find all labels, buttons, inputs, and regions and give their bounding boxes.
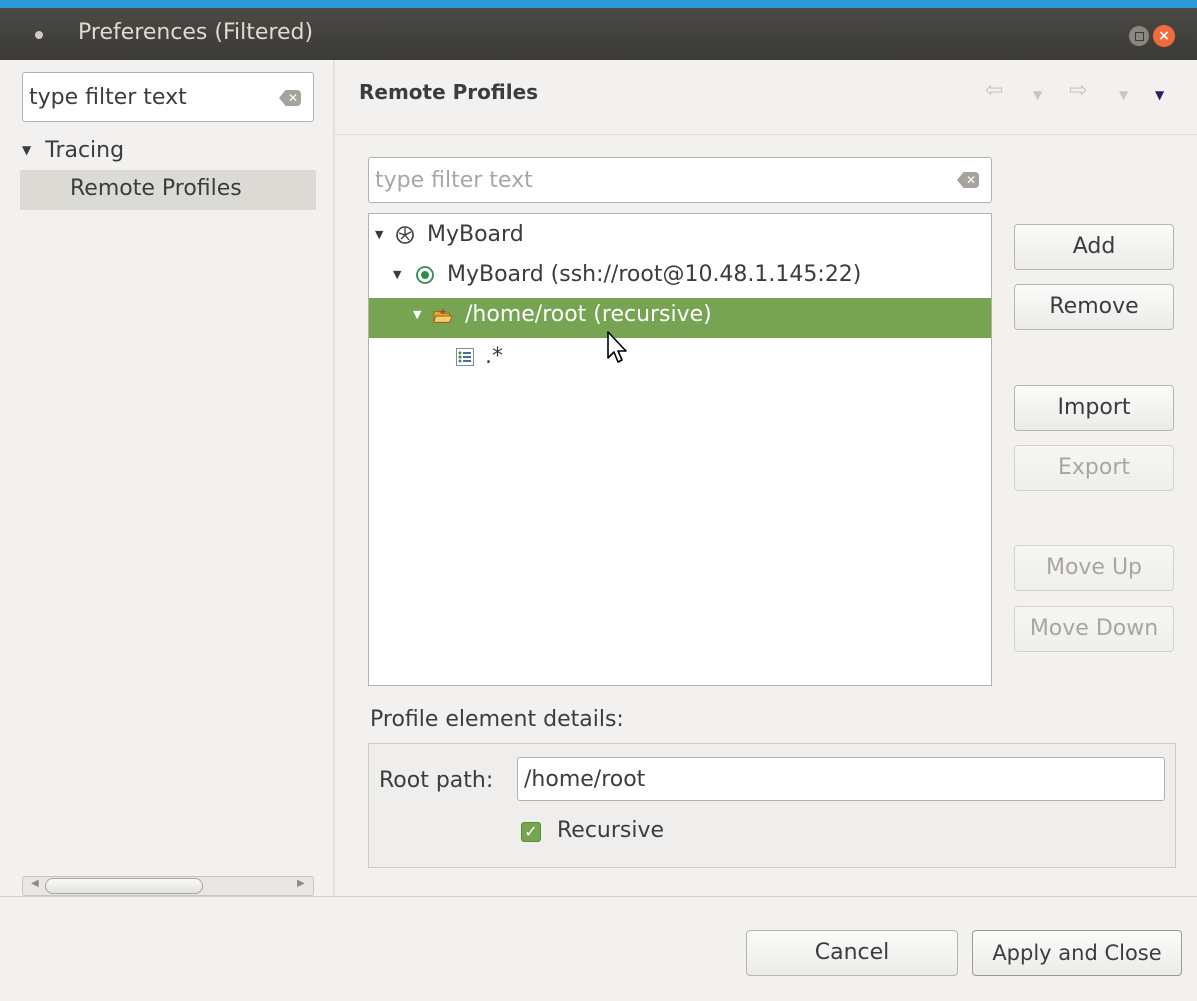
- profile-tree[interactable]: ▼ MyBoard ▼ MyBoard (ssh://root@10.48.1.…: [368, 213, 992, 686]
- root-path-input[interactable]: [524, 764, 1144, 794]
- back-arrow-icon[interactable]: ⇦: [985, 78, 1003, 103]
- back-history-dropdown-icon[interactable]: ▼: [1033, 88, 1042, 102]
- scroll-left-icon[interactable]: ◀: [31, 878, 39, 889]
- page-title: Remote Profiles: [359, 80, 539, 104]
- details-group: Root path: ✓ Recursive: [368, 743, 1176, 868]
- expand-triangle-icon[interactable]: ▼: [413, 308, 421, 321]
- sidebar-item-tracing[interactable]: ▼ Tracing: [22, 138, 124, 163]
- scroll-right-icon[interactable]: ▶: [297, 878, 305, 889]
- recursive-label[interactable]: Recursive: [557, 818, 664, 843]
- tree-node-label: /home/root (recursive): [465, 302, 712, 327]
- view-menu-icon[interactable]: ▼: [1155, 88, 1164, 102]
- tree-node-profile[interactable]: ▼ MyBoard: [369, 218, 991, 256]
- tree-node-label: .*: [485, 344, 503, 369]
- details-heading: Profile element details:: [370, 707, 624, 732]
- connection-icon: [416, 266, 434, 284]
- close-button[interactable]: ×: [1153, 25, 1175, 47]
- cancel-button[interactable]: Cancel: [746, 930, 958, 976]
- folder-icon: [433, 308, 453, 323]
- window-title: Preferences (Filtered): [78, 20, 314, 45]
- import-button[interactable]: Import: [1014, 385, 1174, 431]
- move-down-button[interactable]: Move Down: [1014, 606, 1174, 652]
- scrollbar-thumb[interactable]: [45, 878, 203, 894]
- window-menu-dot-icon[interactable]: [35, 31, 43, 39]
- profile-filter-input[interactable]: [375, 164, 935, 196]
- sidebar-item-label: Tracing: [45, 138, 125, 163]
- sidebar-item-label: Remote Profiles: [70, 176, 242, 201]
- tree-node-connection[interactable]: ▼ MyBoard (ssh://root@10.48.1.145:22): [369, 258, 991, 296]
- add-button[interactable]: Add: [1014, 224, 1174, 270]
- page-header: Remote Profiles ⇦ ▼ ⇨ ▼ ▼: [335, 60, 1197, 135]
- forward-arrow-icon[interactable]: ⇨: [1069, 78, 1087, 103]
- expand-triangle-icon[interactable]: ▼: [375, 228, 383, 241]
- remove-button[interactable]: Remove: [1014, 284, 1174, 330]
- tree-node-label: MyBoard (ssh://root@10.48.1.145:22): [447, 262, 862, 287]
- sidebar-item-remote-profiles[interactable]: Remote Profiles: [20, 170, 316, 210]
- forward-history-dropdown-icon[interactable]: ▼: [1119, 88, 1128, 102]
- pane-divider[interactable]: [333, 60, 335, 896]
- sidebar-filter-field[interactable]: ✕: [22, 72, 314, 122]
- tree-node-label: MyBoard: [427, 222, 524, 247]
- root-path-label: Root path:: [379, 768, 494, 793]
- export-button[interactable]: Export: [1014, 445, 1174, 491]
- clear-filter-icon[interactable]: ✕: [957, 172, 979, 188]
- profile-filter-field[interactable]: ✕: [368, 157, 992, 203]
- tree-node-directory[interactable]: ▼ /home/root (recursive): [369, 298, 991, 338]
- window-titlebar[interactable]: Preferences (Filtered) ×: [0, 8, 1197, 60]
- root-path-field[interactable]: [517, 757, 1165, 801]
- expand-triangle-icon[interactable]: ▼: [22, 143, 31, 157]
- preference-navigation-pane: ✕ ▼ Tracing Remote Profiles ◀ ▶: [8, 60, 333, 900]
- profile-icon: [396, 226, 414, 244]
- recursive-checkbox[interactable]: ✓: [521, 822, 541, 842]
- sidebar-filter-input[interactable]: [29, 81, 269, 113]
- tree-node-trace-group[interactable]: .*: [369, 340, 991, 378]
- mouse-pointer-icon: [607, 331, 627, 363]
- trace-group-icon: [456, 348, 474, 366]
- move-up-button[interactable]: Move Up: [1014, 545, 1174, 591]
- apply-and-close-button[interactable]: Apply and Close: [972, 930, 1182, 976]
- maximize-button[interactable]: [1129, 26, 1149, 46]
- horizontal-scrollbar[interactable]: ◀ ▶: [22, 876, 314, 896]
- desktop-top-strip: [0, 0, 1197, 8]
- expand-triangle-icon[interactable]: ▼: [393, 268, 401, 281]
- clear-filter-icon[interactable]: ✕: [279, 90, 301, 106]
